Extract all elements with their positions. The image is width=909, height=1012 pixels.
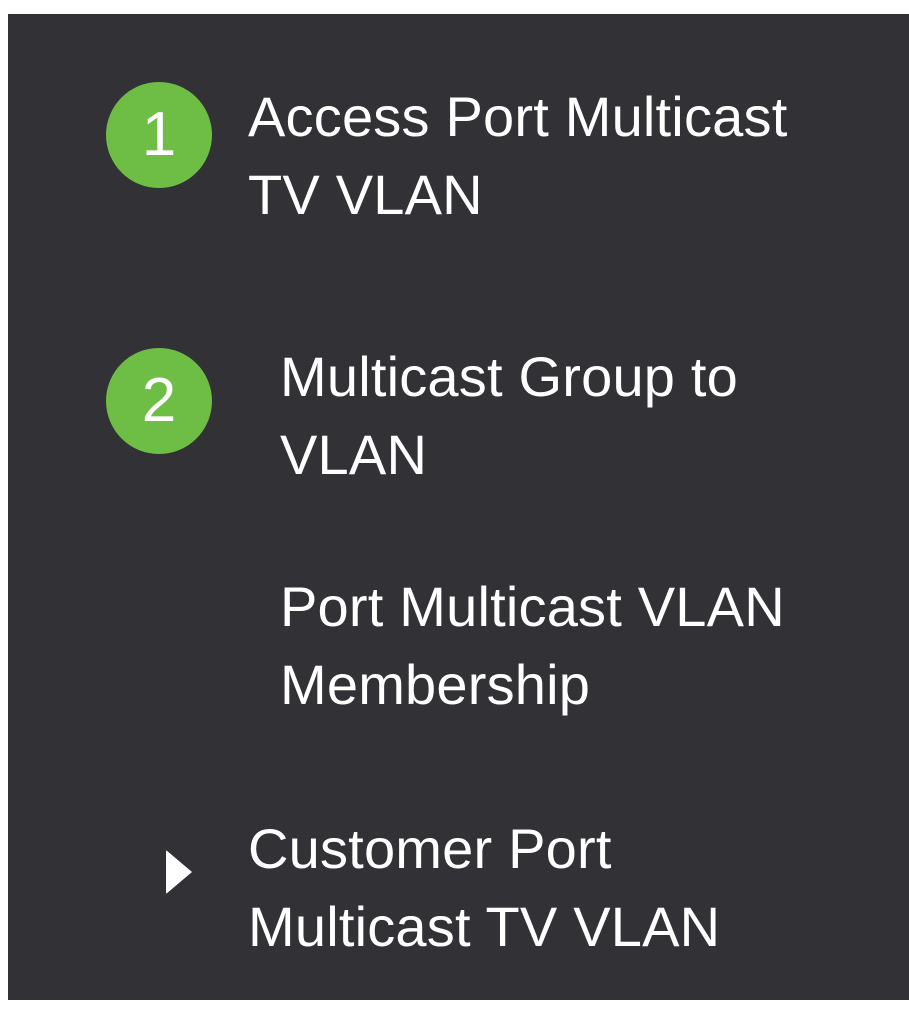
step-1-badge: 1 [106, 82, 212, 188]
step-1-number: 1 [141, 100, 177, 169]
menu-item-port-multicast-vlan-membership[interactable]: Port Multicast VLAN Membership [280, 568, 785, 724]
step-2-badge: 2 [106, 348, 212, 454]
menu-item-label-line-1: Customer Port [248, 817, 612, 880]
menu-item-label-line-1: Multicast Group to [280, 345, 738, 408]
multicast-tv-vlan-menu-panel: 1 Access Port Multicast TV VLAN 2 Multic… [8, 14, 909, 1000]
menu-item-label-line-1: Port Multicast VLAN [280, 575, 785, 638]
menu-item-label-line-2: TV VLAN [248, 163, 483, 226]
menu-item-label-line-1: Access Port Multicast [248, 85, 788, 148]
menu-item-customer-port-multicast-tv-vlan[interactable]: Customer Port Multicast TV VLAN [248, 810, 720, 966]
menu-item-label-line-2: Multicast TV VLAN [248, 895, 721, 958]
menu-item-label-line-2: Membership [280, 653, 591, 716]
step-2-number: 2 [141, 366, 177, 435]
menu-item-label-line-2: VLAN [280, 423, 428, 486]
menu-item-access-port-multicast-tv-vlan[interactable]: Access Port Multicast TV VLAN [248, 78, 787, 234]
menu-item-multicast-group-to-vlan[interactable]: Multicast Group to VLAN [280, 338, 738, 494]
caret-right-icon[interactable] [166, 850, 192, 894]
